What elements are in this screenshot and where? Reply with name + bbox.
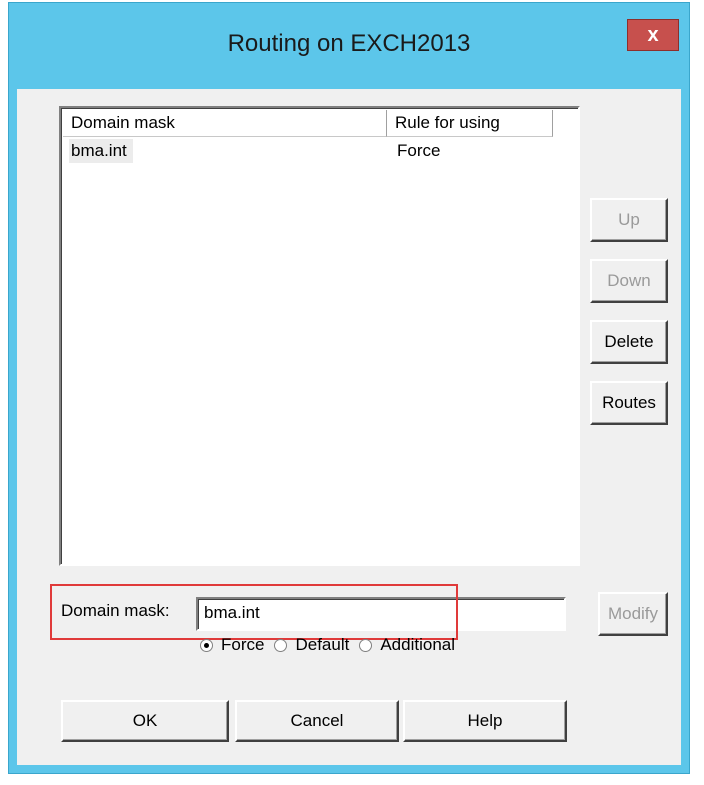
highlight-annotation (50, 584, 458, 640)
radio-additional-label: Additional (380, 635, 456, 654)
column-header-domain-mask[interactable]: Domain mask (63, 110, 387, 137)
cancel-button[interactable]: Cancel (235, 700, 399, 742)
list-item-domain-mask: bma.int (69, 139, 133, 163)
down-button[interactable]: Down (590, 259, 668, 303)
ok-button[interactable]: OK (61, 700, 229, 742)
radio-unchecked-icon (359, 638, 373, 652)
list-item[interactable]: bma.int Force (63, 137, 576, 163)
column-header-rule[interactable]: Rule for using (387, 110, 553, 137)
radio-additional[interactable]: Additional (359, 635, 455, 655)
radio-default[interactable]: Default (274, 635, 349, 655)
close-button[interactable]: x (627, 19, 679, 51)
window-title: Routing on EXCH2013 (227, 30, 471, 57)
routes-button[interactable]: Routes (590, 381, 668, 425)
help-button[interactable]: Help (403, 700, 567, 742)
delete-button[interactable]: Delete (590, 320, 668, 364)
title-bar[interactable]: Routing on EXCH2013 x (9, 3, 689, 89)
modify-button[interactable]: Modify (598, 592, 668, 636)
radio-force[interactable]: Force (200, 635, 264, 655)
radio-checked-icon (200, 638, 213, 652)
dialog-client-area: Domain mask Rule for using bma.int Force… (17, 89, 681, 765)
list-header: Domain mask Rule for using (63, 110, 576, 137)
radio-default-label: Default (295, 635, 350, 654)
routing-list[interactable]: Domain mask Rule for using bma.int Force (59, 106, 580, 566)
up-button[interactable]: Up (590, 198, 668, 242)
radio-unchecked-icon (274, 638, 288, 652)
list-item-rule: Force (397, 141, 441, 160)
routing-dialog: Routing on EXCH2013 x Domain mask Rule f… (8, 2, 690, 774)
rule-radio-group: Force Default Additional (200, 633, 465, 657)
close-icon: x (647, 23, 659, 46)
radio-force-label: Force (221, 635, 265, 654)
